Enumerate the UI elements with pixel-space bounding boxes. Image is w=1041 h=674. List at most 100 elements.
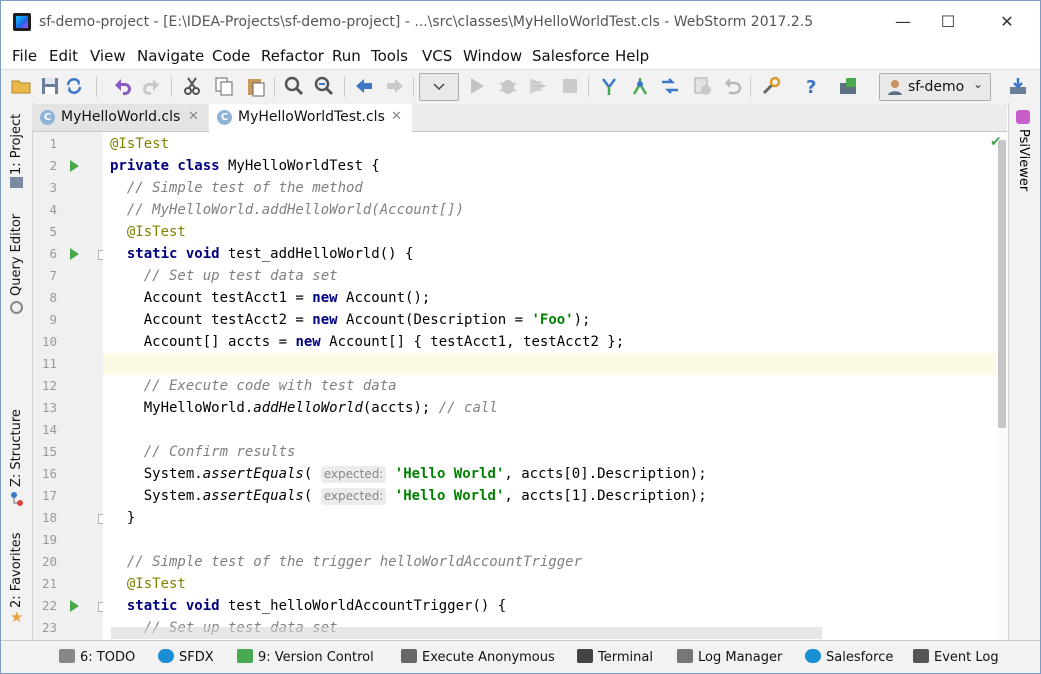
stop-icon[interactable] — [559, 75, 581, 97]
back-icon[interactable] — [353, 75, 375, 97]
tool-window-event-log[interactable]: Event Log — [913, 649, 999, 665]
scrollbar-thumb[interactable] — [998, 140, 1006, 428]
code-line[interactable]: Account testAcct2 = new Account(Descript… — [103, 309, 996, 331]
maximize-button[interactable]: ☐ — [926, 9, 970, 35]
project-selector[interactable]: sf-demo ⌄ — [879, 73, 991, 101]
tool-window-structure[interactable]: Z: Structure — [9, 409, 24, 487]
line-number: 20 — [41, 554, 57, 569]
tab-myhelloworld-cls[interactable]: C MyHelloWorld.cls ✕ — [32, 104, 208, 131]
menu-edit[interactable]: Edit — [49, 47, 78, 65]
tool-window-favorites[interactable]: 2: Favorites — [9, 532, 24, 608]
vcs-compare-icon[interactable] — [659, 75, 681, 97]
tool-window-6-todo[interactable]: 6: TODO — [59, 649, 135, 665]
code-line[interactable]: // Confirm results — [103, 441, 996, 463]
cut-icon[interactable] — [181, 75, 203, 97]
menu-window[interactable]: Window — [463, 47, 522, 65]
tool-window-salesforce[interactable]: Salesforce — [805, 649, 893, 665]
execute-icon — [401, 649, 417, 663]
line-number: 4 — [49, 202, 57, 217]
editor-gutter[interactable]: 1 2 3 4 5 6 7 8 9 10 11 12 13 14 15 16 17 18 19 20 21 22 23 — [33, 132, 108, 640]
help-icon[interactable]: ? — [800, 75, 822, 97]
line-number: 23 — [41, 620, 57, 635]
close-tab-icon[interactable]: ✕ — [391, 109, 402, 124]
tool-window-query-editor[interactable]: Query Editor — [9, 214, 24, 296]
run-icon[interactable] — [466, 75, 488, 97]
replace-icon[interactable] — [313, 75, 335, 97]
menu-salesforce[interactable]: Salesforce — [532, 47, 610, 65]
find-icon[interactable] — [283, 75, 305, 97]
menu-run[interactable]: Run — [332, 47, 361, 65]
close-tab-icon[interactable]: ✕ — [188, 109, 199, 124]
code-line[interactable]: // Set up test data set — [103, 265, 996, 287]
code-line[interactable]: // MyHelloWorld.addHelloWorld(Account[]) — [103, 199, 996, 221]
deploy-icon[interactable] — [1007, 75, 1029, 97]
menu-code[interactable]: Code — [212, 47, 250, 65]
line-number: 19 — [41, 532, 57, 547]
chevron-down-icon — [433, 83, 445, 91]
run-test-gutter-icon[interactable] — [70, 248, 79, 260]
run-test-gutter-icon[interactable] — [70, 160, 79, 172]
open-icon[interactable] — [10, 75, 32, 97]
code-line[interactable]: MyHelloWorld.addHelloWorld(accts); // ca… — [103, 397, 996, 419]
vcs-update-icon[interactable] — [598, 75, 620, 97]
menu-vcs[interactable]: VCS — [422, 47, 452, 65]
minimize-button[interactable]: — — [881, 9, 925, 35]
code-line[interactable]: System.assertEquals( expected: 'Hello Wo… — [103, 463, 996, 485]
coverage-icon[interactable] — [527, 75, 549, 97]
code-line[interactable]: static void test_helloWorldAccountTrigge… — [103, 595, 996, 617]
redo-icon[interactable] — [141, 75, 163, 97]
code-line[interactable]: @IsTest — [103, 221, 996, 243]
run-configuration-dropdown[interactable] — [419, 73, 459, 101]
debug-icon[interactable] — [497, 75, 519, 97]
menu-view[interactable]: View — [90, 47, 126, 65]
tab-myhelloworldtest-cls[interactable]: C MyHelloWorldTest.cls ✕ — [209, 104, 412, 133]
tool-window-log-manager[interactable]: Log Manager — [677, 649, 782, 665]
tool-window-label: 9: Version Control — [258, 650, 374, 665]
forward-icon[interactable] — [384, 75, 406, 97]
vertical-scrollbar[interactable] — [996, 132, 1008, 640]
tool-window-psiviewer[interactable]: PsiViewer — [1016, 129, 1031, 191]
code-line[interactable] — [103, 353, 996, 375]
code-line[interactable]: private class MyHelloWorldTest { — [103, 155, 996, 177]
vcs-revert-icon[interactable] — [721, 75, 743, 97]
code-line[interactable]: Account[] accts = new Account[] { testAc… — [103, 331, 996, 353]
code-line[interactable]: static void test_addHelloWorld() { — [103, 243, 996, 265]
save-icon[interactable] — [39, 75, 61, 97]
vcs-commit-icon[interactable] — [629, 75, 651, 97]
code-line[interactable]: Account testAcct1 = new Account(); — [103, 287, 996, 309]
menu-tools[interactable]: Tools — [371, 47, 408, 65]
code-line[interactable]: // Simple test of the method — [103, 177, 996, 199]
sdk-icon[interactable] — [837, 75, 859, 97]
settings-icon[interactable] — [760, 75, 782, 97]
code-editor[interactable]: @IsTest private class MyHelloWorldTest { … — [103, 132, 996, 640]
code-line[interactable] — [103, 419, 996, 441]
code-line[interactable]: } — [103, 507, 996, 529]
code-line[interactable]: // Execute code with test data — [103, 375, 996, 397]
tool-window-terminal[interactable]: Terminal — [577, 649, 653, 665]
horizontal-scrollbar[interactable] — [111, 627, 822, 639]
tab-label: MyHelloWorld.cls — [61, 109, 181, 125]
code-line[interactable]: @IsTest — [103, 133, 996, 155]
code-line[interactable]: @IsTest — [103, 573, 996, 595]
menu-help[interactable]: Help — [615, 47, 649, 65]
tool-window-label: SFDX — [179, 650, 214, 665]
line-number: 18 — [41, 510, 57, 525]
tool-window-9-version-control[interactable]: 9: Version Control — [237, 649, 374, 665]
code-line[interactable] — [103, 529, 996, 551]
code-line[interactable]: System.assertEquals( expected: 'Hello Wo… — [103, 485, 996, 507]
run-test-gutter-icon[interactable] — [70, 600, 79, 612]
tool-window-project[interactable]: 1: Project — [9, 114, 24, 175]
close-button[interactable]: ✕ — [985, 9, 1029, 35]
undo-icon[interactable] — [111, 75, 133, 97]
menu-refactor[interactable]: Refactor — [261, 47, 324, 65]
vcs-history-icon[interactable] — [691, 75, 713, 97]
tool-window-sfdx[interactable]: SFDX — [158, 649, 214, 665]
code-line[interactable]: // Simple test of the trigger helloWorld… — [103, 551, 996, 573]
sync-icon[interactable] — [63, 75, 85, 97]
paste-icon[interactable] — [245, 75, 267, 97]
copy-icon[interactable] — [213, 75, 235, 97]
tool-window-execute-anonymous[interactable]: Execute Anonymous — [401, 649, 555, 665]
menu-file[interactable]: File — [12, 47, 37, 65]
terminal-icon — [577, 649, 593, 663]
menu-navigate[interactable]: Navigate — [137, 47, 204, 65]
